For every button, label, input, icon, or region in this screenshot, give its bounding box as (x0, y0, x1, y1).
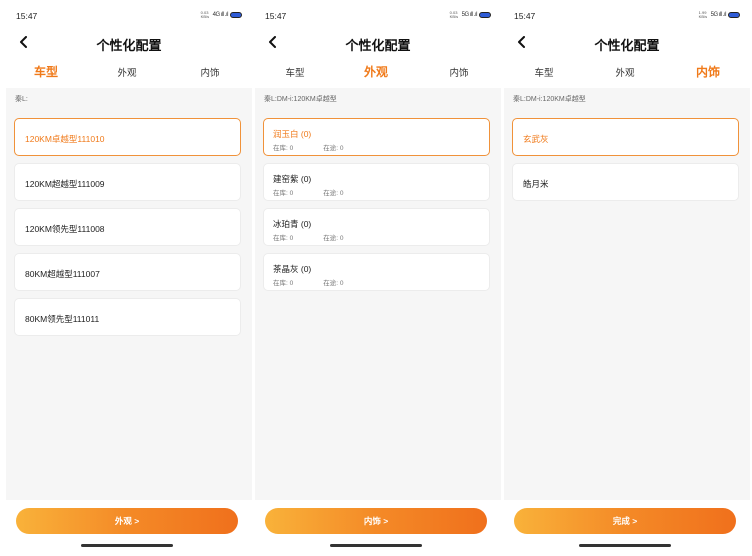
model-path: 秦L:DM-i:120KM卓越型 (264, 96, 337, 103)
nav-bar: 个性化配置 (255, 28, 501, 58)
finish-button[interactable]: 完成 > (514, 508, 736, 534)
color-option[interactable]: 冰珀青 (0) 在库: 0 在途: 0 (263, 208, 490, 246)
status-icons: 0.03 KB/s 4G ıll .ıl (201, 11, 242, 19)
signal-icon: 5G ıll .ıl (710, 12, 727, 18)
stock-row: 在库: 0 在途: 0 (273, 232, 346, 242)
color-option[interactable]: 建窑紫 (0) 在库: 0 在途: 0 (263, 163, 490, 201)
signal-icon: 4G ıll .ıl (212, 12, 229, 18)
screen-model: 15:47 0.03 KB/s 4G ıll .ıl 个性化配置 车型 外观 内… (6, 0, 252, 556)
home-indicator[interactable] (81, 544, 173, 547)
color-name: 茶晶灰 (0) (273, 264, 312, 274)
color-list: 润玉白 (0) 在库: 0 在途: 0 建窑紫 (0) 在库: 0 在途: 0 … (263, 118, 490, 298)
trim-label: 80KM超越型111007 (25, 269, 100, 279)
stock-row: 在库: 0 在途: 0 (273, 142, 346, 152)
color-option[interactable]: 茶晶灰 (0) 在库: 0 在途: 0 (263, 253, 490, 291)
in-transit-label: 在途: 0 (323, 235, 344, 242)
status-time: 15:47 (265, 11, 287, 21)
interior-option[interactable]: 皓月米 (512, 163, 739, 201)
status-bar: 15:47 0.03 KB/s 4G ıll .ıl (6, 0, 252, 28)
model-path: 秦L: (15, 96, 28, 103)
tab-bar: 车型 外观 内饰 (504, 58, 750, 88)
status-time: 15:47 (514, 11, 536, 21)
color-name: 冰珀青 (0) (273, 219, 312, 229)
in-transit-label: 在途: 0 (323, 280, 344, 287)
status-bar: 15:47 1.99 KB/s 5G ıll .ıl (504, 0, 750, 28)
next-interior-button[interactable]: 内饰 > (265, 508, 487, 534)
status-bar: 15:47 0.03 KB/s 5G ıll .ıl (255, 0, 501, 28)
battery-icon (479, 12, 491, 18)
battery-icon (728, 12, 740, 18)
model-path: 秦L:DM-i:120KM卓越型 (513, 96, 586, 103)
trim-option[interactable]: 120KM卓越型111010 (14, 118, 241, 156)
tab-model[interactable]: 车型 (16, 63, 76, 80)
page-title: 个性化配置 (96, 38, 162, 53)
color-name: 润玉白 (0) (273, 129, 312, 139)
tab-interior[interactable]: 内饰 (180, 65, 240, 79)
footer: 完成 > (504, 500, 750, 556)
stock-row: 在库: 0 在途: 0 (273, 187, 346, 197)
interior-list: 玄武灰 皓月米 (512, 118, 739, 208)
trim-label: 80KM领先型111011 (25, 314, 100, 324)
tab-exterior[interactable]: 外观 (346, 63, 406, 80)
nav-bar: 个性化配置 (504, 28, 750, 58)
in-transit-label: 在途: 0 (323, 145, 344, 152)
home-indicator[interactable] (330, 544, 422, 547)
status-icons: 1.99 KB/s 5G ıll .ıl (699, 11, 740, 19)
screen-interior: 15:47 1.99 KB/s 5G ıll .ıl 个性化配置 车型 外观 内… (504, 0, 750, 556)
tab-model[interactable]: 车型 (514, 65, 574, 79)
tab-interior[interactable]: 内饰 (678, 63, 738, 80)
tab-exterior[interactable]: 外观 (97, 65, 157, 79)
page-title: 个性化配置 (345, 38, 411, 53)
trim-label: 120KM超越型111009 (25, 179, 105, 189)
interior-label: 玄武灰 (523, 134, 549, 144)
trim-option[interactable]: 120KM超越型111009 (14, 163, 241, 201)
trim-label: 120KM领先型111008 (25, 224, 105, 234)
trim-label: 120KM卓越型111010 (25, 134, 105, 144)
tab-interior[interactable]: 内饰 (429, 65, 489, 79)
in-stock-label: 在库: 0 (273, 145, 294, 152)
tab-model[interactable]: 车型 (265, 65, 325, 79)
trim-option[interactable]: 120KM领先型111008 (14, 208, 241, 246)
net-speed: 1.99 KB/s (698, 10, 708, 19)
net-speed: 0.03 KB/s (449, 10, 459, 19)
in-stock-label: 在库: 0 (273, 280, 294, 287)
interior-option[interactable]: 玄武灰 (512, 118, 739, 156)
status-time: 15:47 (16, 11, 38, 21)
color-name: 建窑紫 (0) (273, 174, 312, 184)
tab-bar: 车型 外观 内饰 (6, 58, 252, 88)
home-indicator[interactable] (579, 544, 671, 547)
trim-list: 120KM卓越型111010 120KM超越型111009 120KM领先型11… (14, 118, 241, 343)
net-speed: 0.03 KB/s (200, 10, 210, 19)
stock-row: 在库: 0 在途: 0 (273, 277, 346, 287)
tab-exterior[interactable]: 外观 (595, 65, 655, 79)
in-stock-label: 在库: 0 (273, 235, 294, 242)
page-title: 个性化配置 (594, 38, 660, 53)
interior-label: 皓月米 (523, 179, 549, 189)
color-option[interactable]: 润玉白 (0) 在库: 0 在途: 0 (263, 118, 490, 156)
tab-bar: 车型 外观 内饰 (255, 58, 501, 88)
trim-option[interactable]: 80KM超越型111007 (14, 253, 241, 291)
status-icons: 0.03 KB/s 5G ıll .ıl (450, 11, 491, 19)
nav-bar: 个性化配置 (6, 28, 252, 58)
in-transit-label: 在途: 0 (323, 190, 344, 197)
signal-icon: 5G ıll .ıl (461, 12, 478, 18)
screen-exterior: 15:47 0.03 KB/s 5G ıll .ıl 个性化配置 车型 外观 内… (255, 0, 501, 556)
next-exterior-button[interactable]: 外观 > (16, 508, 238, 534)
in-stock-label: 在库: 0 (273, 190, 294, 197)
battery-icon (230, 12, 242, 18)
trim-option[interactable]: 80KM领先型111011 (14, 298, 241, 336)
footer: 外观 > (6, 500, 252, 556)
footer: 内饰 > (255, 500, 501, 556)
screens-container: 15:47 0.03 KB/s 4G ıll .ıl 个性化配置 车型 外观 内… (0, 0, 752, 556)
